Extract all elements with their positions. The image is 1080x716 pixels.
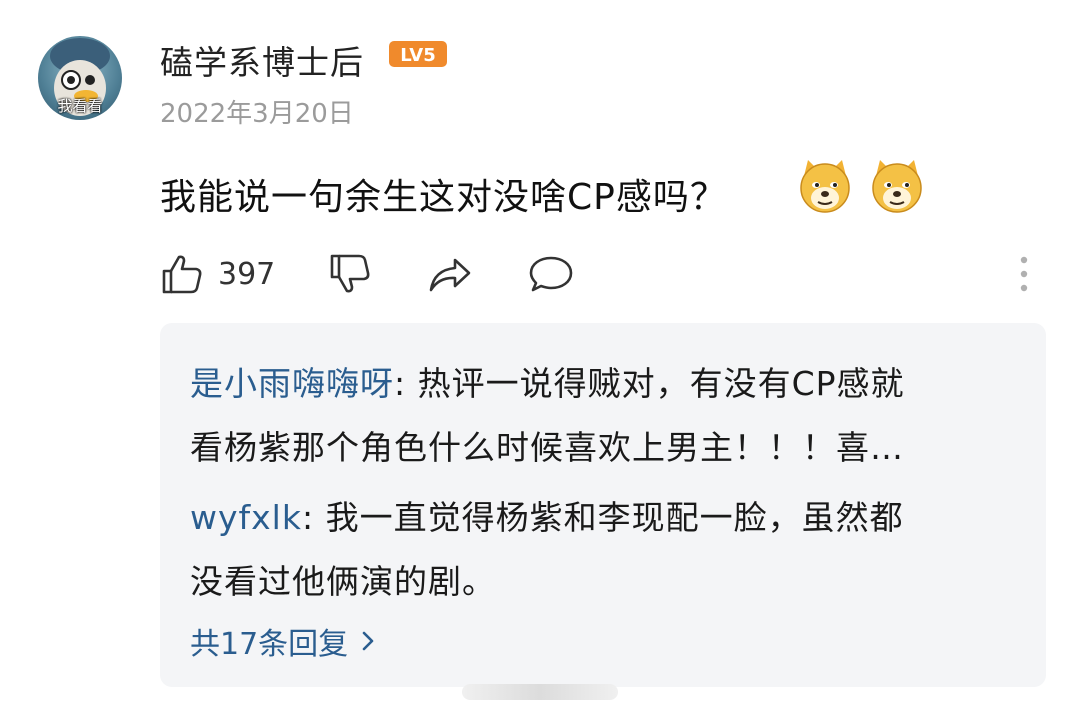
replies-panel: 是小雨嗨嗨呀: 热评一说得贼对，有没有CP感就 看杨紫那个角色什么时候喜欢上男主… — [160, 323, 1046, 687]
more-vertical-icon[interactable] — [1015, 254, 1033, 294]
comment-text: 我能说一句余生这对没啥CP感吗？ — [160, 177, 727, 218]
thumbs-up-icon — [162, 255, 202, 294]
share-icon[interactable] — [427, 252, 473, 296]
reply-text-continued: 没看过他俩演的剧。 — [190, 562, 496, 601]
doge-emoji — [872, 160, 922, 213]
comment-icon[interactable] — [528, 252, 574, 296]
avatar-caption: 我看看 — [57, 97, 103, 115]
like-button[interactable]: 397 — [160, 252, 275, 296]
thumbs-down-icon[interactable] — [328, 252, 372, 296]
reply-item: wyfxlk: 我一直觉得杨紫和李现配一脸，虽然都 — [190, 491, 904, 539]
username[interactable]: 磕学系博士后 — [160, 36, 364, 84]
reply-text-continued: 看杨紫那个角色什么时候喜欢上男主！！！喜… — [190, 428, 904, 467]
chevron-right-icon — [362, 631, 374, 651]
level-badge: LV5 — [389, 41, 447, 67]
watermark-bar — [462, 684, 618, 700]
reply-item: 是小雨嗨嗨呀: 热评一说得贼对，有没有CP感就 — [190, 357, 905, 405]
view-all-replies-link[interactable]: 共17条回复 — [190, 619, 376, 663]
view-all-replies-label: 共17条回复 — [190, 627, 349, 662]
reply-author[interactable]: 是小雨嗨嗨呀 — [190, 364, 394, 403]
reply-separator: : — [394, 364, 418, 403]
reply-separator: : — [301, 498, 326, 537]
reply-text: 热评一说得贼对，有没有CP感就 — [417, 364, 905, 403]
doge-emoji — [800, 160, 850, 213]
post-date: 2022年3月20日 — [160, 99, 354, 129]
like-count: 397 — [218, 256, 276, 292]
avatar[interactable]: 我看看 — [38, 36, 122, 120]
reply-author[interactable]: wyfxlk — [190, 498, 302, 537]
reply-text: 我一直觉得杨紫和李现配一脸，虽然都 — [325, 498, 904, 537]
svg-text:LV5: LV5 — [400, 45, 435, 66]
